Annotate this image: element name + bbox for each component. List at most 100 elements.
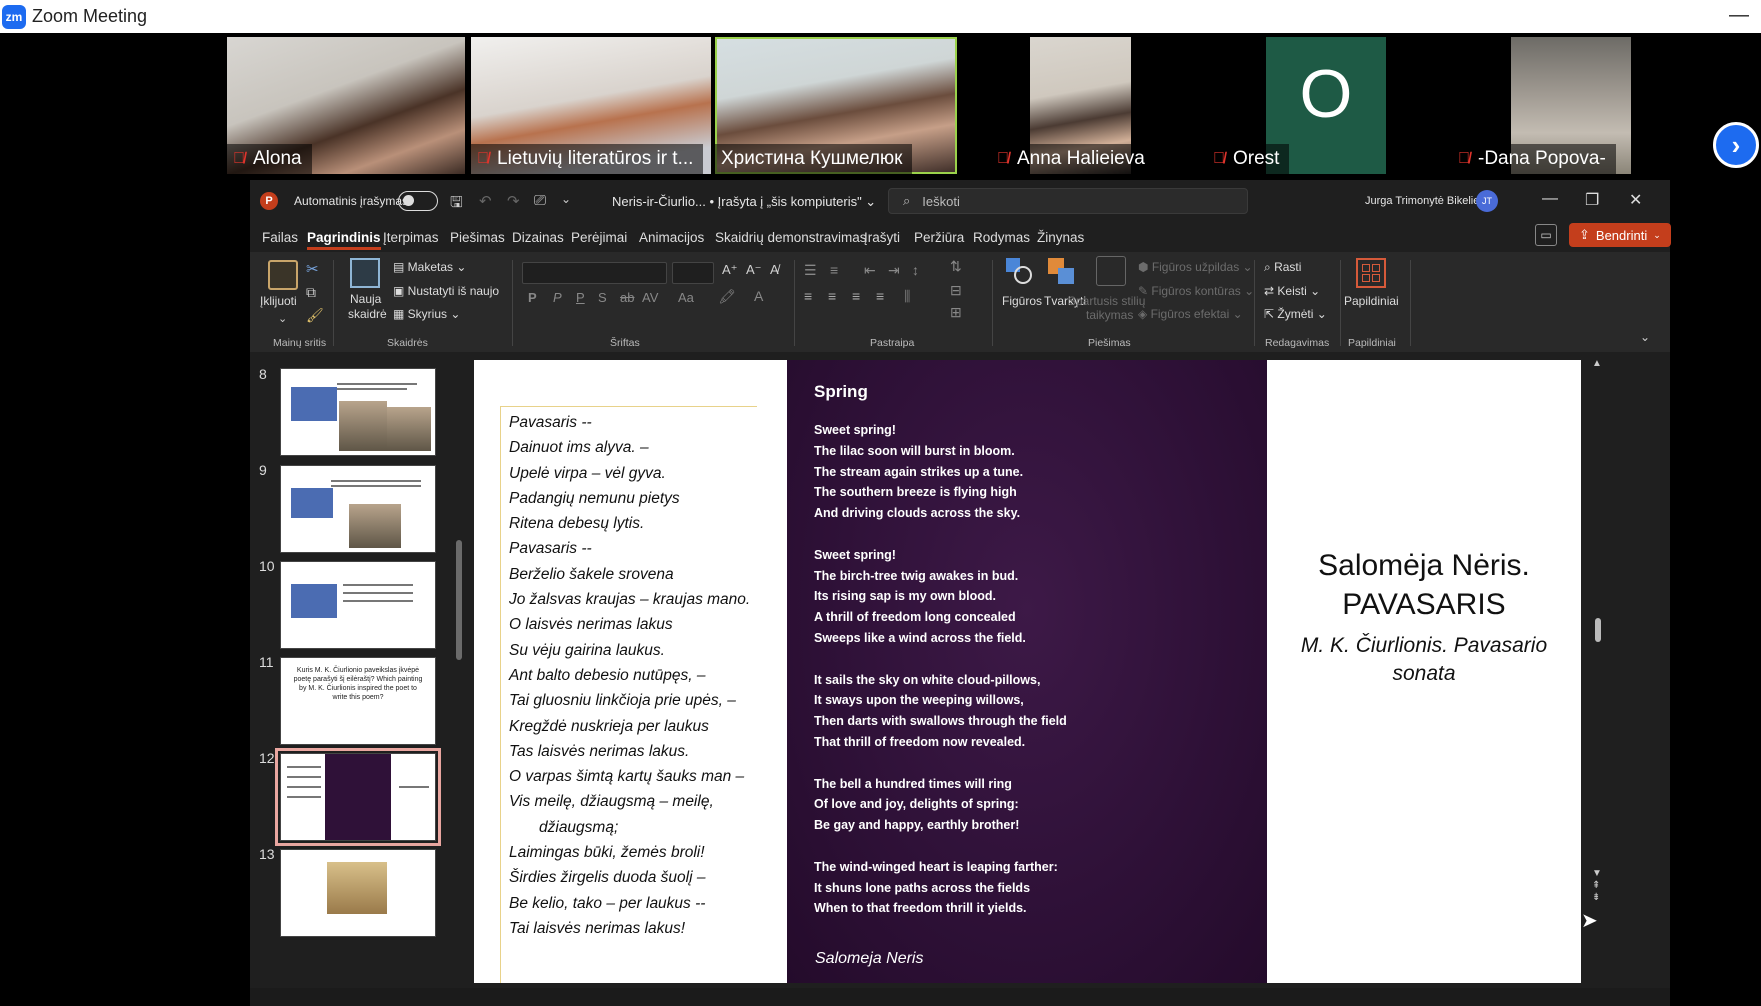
decrease-font-icon[interactable]: A⁻: [746, 262, 762, 278]
slide-thumbnail-8[interactable]: [280, 368, 436, 456]
font-color-icon[interactable]: A: [754, 288, 763, 304]
text-direction-icon[interactable]: ⇅: [950, 258, 962, 275]
search-input[interactable]: ⌕ Ieškoti: [888, 188, 1248, 214]
current-slide[interactable]: Pavasaris -- Dainuot ims alyva. – Upelė vi…: [474, 360, 1581, 983]
chevron-right-icon[interactable]: ›: [1713, 122, 1759, 168]
slide-thumbnail-10[interactable]: [280, 561, 436, 649]
tab-slideshow[interactable]: Skaidrių demonstravimas: [715, 230, 867, 245]
numbering-icon[interactable]: ≡: [830, 262, 838, 278]
underline-icon[interactable]: P: [576, 290, 585, 305]
bullets-icon[interactable]: ☰: [804, 262, 817, 279]
addins-button[interactable]: Papildiniai: [1344, 294, 1399, 308]
italic-icon[interactable]: P: [553, 290, 562, 305]
increase-font-icon[interactable]: A⁺: [722, 262, 738, 278]
tab-transitions[interactable]: Perėjimai: [571, 230, 627, 245]
new-slide-button[interactable]: Nauja: [350, 292, 381, 306]
tab-view[interactable]: Rodymas: [973, 230, 1030, 245]
participant-name-tag: 🎙̸ -Dana Popova-: [1452, 144, 1616, 174]
reset-button[interactable]: ▣ Nustatyti iš naujo: [393, 284, 499, 298]
decrease-indent-icon[interactable]: ⇤: [864, 262, 876, 279]
shape-effects-button[interactable]: ◈ Figūros efektai ⌄: [1138, 307, 1243, 321]
select-button[interactable]: ⇱ Žymėti ⌄: [1264, 307, 1327, 321]
change-case-icon[interactable]: Aa: [678, 290, 694, 305]
highlight-icon[interactable]: 🖍: [718, 288, 736, 305]
shape-outline-button[interactable]: ✎ Figūros kontūras ⌄: [1138, 284, 1254, 298]
tab-insert[interactable]: Įterpimas: [383, 230, 439, 245]
participant-tile[interactable]: 🎙̸ -Dana Popova-: [1452, 37, 1631, 174]
tab-help[interactable]: Žinynas: [1037, 230, 1084, 245]
present-from-start-icon[interactable]: ⎚: [534, 192, 546, 209]
autosave-toggle[interactable]: [398, 191, 438, 211]
align-left-icon[interactable]: ≡: [804, 288, 812, 304]
increase-indent-icon[interactable]: ⇥: [888, 262, 900, 279]
find-button[interactable]: ⌕ Rasti: [1264, 260, 1301, 275]
new-slide-button-line2[interactable]: skaidrė: [348, 307, 387, 321]
slide-thumbnail-9[interactable]: [280, 465, 436, 553]
avatar[interactable]: JT: [1476, 190, 1498, 212]
paste-button[interactable]: Įklijuoti: [260, 294, 297, 308]
quick-styles-button-line2[interactable]: taikymas: [1086, 308, 1133, 322]
char-spacing-icon[interactable]: AV: [642, 290, 658, 305]
collapse-ribbon-icon[interactable]: ⌄: [1640, 330, 1650, 344]
shadow-icon[interactable]: S: [598, 290, 607, 305]
undo-icon[interactable]: ↶: [479, 192, 492, 210]
english-poem-panel[interactable]: Spring Sweet spring! The lilac soon will …: [787, 360, 1267, 983]
align-right-icon[interactable]: ≡: [852, 288, 860, 304]
participant-tile[interactable]: 🎙̸ Alona: [227, 37, 465, 174]
slide-subtitle[interactable]: M. K. Čiurlionis. Pavasario sonata: [1274, 632, 1574, 688]
save-icon[interactable]: 🖫: [450, 192, 463, 217]
copy-icon[interactable]: ⧉: [306, 284, 316, 301]
columns-icon[interactable]: ⫼: [904, 288, 910, 305]
tab-home[interactable]: Pagrindinis: [307, 230, 381, 250]
justify-icon[interactable]: ≡: [876, 288, 884, 304]
minimize-button[interactable]: —: [1729, 4, 1749, 27]
font-family-select[interactable]: [522, 262, 667, 284]
quick-styles-button[interactable]: Spartusis stilių: [1068, 294, 1145, 308]
tab-animations[interactable]: Animacijos: [639, 230, 704, 245]
section-button[interactable]: ▦ Skyrius ⌄: [393, 307, 460, 321]
user-name[interactable]: Jurga Trimonytė Bikelienė: [1365, 195, 1492, 207]
scrollbar-thumb[interactable]: [1595, 618, 1601, 642]
format-painter-icon[interactable]: 🖌: [306, 307, 324, 324]
strikethrough-icon[interactable]: ab: [620, 290, 634, 305]
clear-formatting-icon[interactable]: A̸: [770, 262, 779, 277]
align-center-icon[interactable]: ≡: [828, 288, 836, 304]
layout-button[interactable]: ▤ Maketas ⌄: [393, 260, 466, 274]
comments-icon[interactable]: ▭: [1535, 224, 1557, 246]
bold-icon[interactable]: P: [528, 290, 537, 305]
share-button[interactable]: ⇪ Bendrinti ⌄: [1569, 223, 1671, 247]
scroll-up-icon[interactable]: ▲: [1592, 358, 1602, 369]
participant-tile[interactable]: O 🎙̸ Orest: [1207, 37, 1386, 174]
slide-scrollbar[interactable]: ▲ ▼ ⇞ ⇟: [1592, 358, 1606, 1000]
smartart-icon[interactable]: ⊞: [950, 304, 962, 321]
cut-icon[interactable]: ✂: [306, 260, 319, 278]
close-button[interactable]: ✕: [1629, 190, 1642, 210]
redo-icon[interactable]: ↷: [507, 192, 520, 210]
shapes-button[interactable]: Figūros: [1002, 294, 1042, 308]
shape-fill-button[interactable]: ⬢ Figūros užpildas ⌄: [1138, 260, 1253, 274]
slide-thumbnail-13[interactable]: [280, 849, 436, 937]
slide-title[interactable]: Salomėja Nėris. PAVASARIS: [1274, 546, 1574, 624]
font-size-select[interactable]: [672, 262, 714, 284]
tab-record[interactable]: Įrašyti: [864, 230, 900, 245]
slide-thumbnail-12[interactable]: [275, 748, 441, 846]
slide-thumbnail-11[interactable]: Kuris M. K. Čiurlionio paveikslas įkvėpė…: [280, 657, 436, 745]
scroll-down-icon[interactable]: ▼ ⇞ ⇟: [1592, 868, 1602, 904]
replace-button[interactable]: ⇄ Keisti ⌄: [1264, 284, 1320, 298]
tab-draw[interactable]: Piešimas: [450, 230, 505, 245]
lithuanian-poem[interactable]: Pavasaris -- Dainuot ims alyva. – Upelė vi…: [509, 410, 754, 941]
effects-icon: ◈: [1138, 307, 1151, 321]
tab-review[interactable]: Peržiūra: [914, 230, 964, 245]
tab-file[interactable]: Failas: [262, 230, 298, 245]
document-name[interactable]: Neris-ir-Čiurlio... • Įrašyta į „šis kom…: [612, 194, 876, 210]
align-text-icon[interactable]: ⊟: [950, 282, 962, 299]
participant-tile[interactable]: 🎙̸ Lietuvių literatūros ir t...: [471, 37, 711, 174]
participant-tile-active-speaker[interactable]: Христина Кушмелюк: [715, 37, 957, 174]
customize-toolbar-icon[interactable]: ⌄: [561, 192, 571, 206]
restore-button[interactable]: ❐: [1585, 190, 1599, 210]
chevron-down-icon[interactable]: ⌄: [278, 312, 287, 325]
participant-tile[interactable]: 🎙̸ Anna Halieieva: [991, 37, 1155, 174]
tab-design[interactable]: Dizainas: [512, 230, 564, 245]
line-spacing-icon[interactable]: ↕: [912, 262, 919, 278]
minimize-button[interactable]: —: [1542, 190, 1558, 208]
